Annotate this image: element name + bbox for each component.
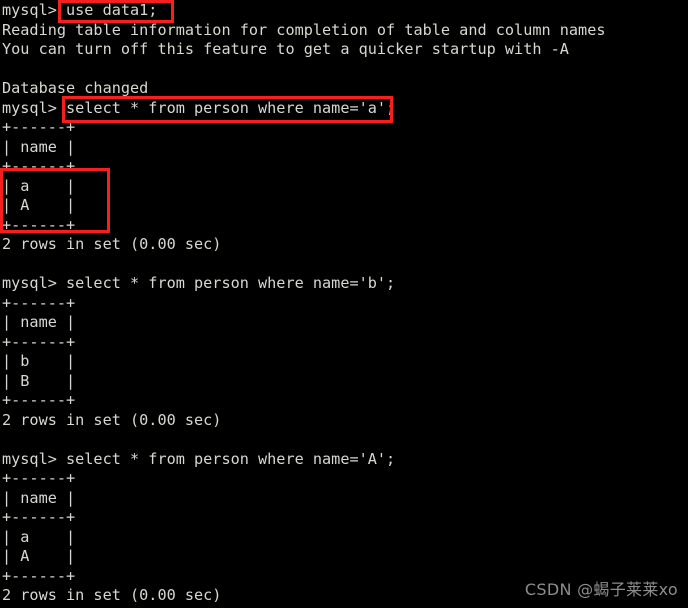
console-line: +------+ — [2, 332, 76, 351]
console-line: | B | — [2, 371, 76, 390]
console-line: mysql> use data1; — [2, 1, 158, 19]
console-line: +------+ — [2, 508, 76, 526]
console-line: You can turn off this feature to get a q… — [2, 40, 569, 58]
console-line: +------+ — [2, 215, 76, 234]
console-line: Reading table information for completion… — [2, 20, 606, 39]
console-line: mysql> select * from person where name='… — [2, 274, 396, 292]
console-line: +------+ — [2, 469, 76, 487]
csdn-watermark: CSDN @蝎子莱莱xo — [524, 580, 678, 599]
console-line: Database changed — [2, 79, 149, 97]
console-line: | A | — [2, 196, 76, 214]
console-line: mysql> select * from person where name='… — [2, 98, 396, 117]
console-line: 2 rows in set (0.00 sec) — [2, 235, 222, 253]
console-line: | name | — [2, 137, 76, 156]
console-line: +------+ — [2, 391, 76, 409]
console-line: | name | — [2, 488, 76, 507]
console-line: +------+ — [2, 118, 76, 136]
console-line: | A | — [2, 547, 76, 565]
console-line: | name | — [2, 313, 76, 331]
console-line: mysql> select * from person where name='… — [2, 449, 396, 468]
console-line: +------+ — [2, 157, 76, 175]
console-line: | a | — [2, 176, 76, 195]
terminal-window[interactable]: mysql> use data1; Reading table informat… — [0, 0, 688, 608]
console-line: +------+ — [2, 293, 76, 312]
console-line: | a | — [2, 527, 76, 546]
console-line: | b | — [2, 352, 76, 370]
console-output: mysql> use data1; Reading table informat… — [0, 0, 688, 606]
console-line: 2 rows in set (0.00 sec) — [2, 410, 222, 429]
